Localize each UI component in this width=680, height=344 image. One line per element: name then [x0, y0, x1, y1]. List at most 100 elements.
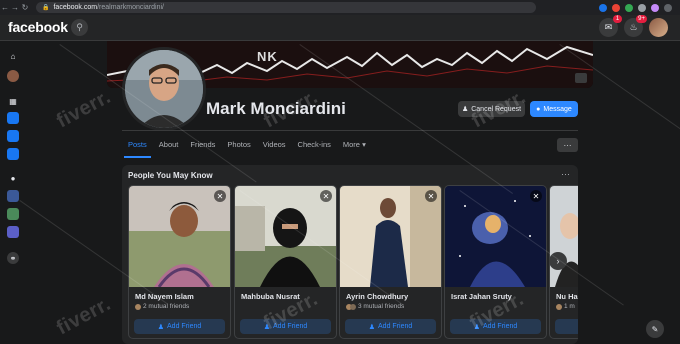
browser-toolbar: ← → ↻ 🔒 facebook.com /realmarkmonciardin… [0, 0, 680, 15]
suggestion-name[interactable]: Ayrin Chowdhury [340, 287, 441, 301]
mutual-avatar [135, 303, 141, 310]
new-message-icon[interactable]: ✎ [646, 320, 664, 338]
facebook-logo[interactable]: facebook [8, 19, 68, 35]
cover-text: NK [257, 49, 278, 64]
groups-icon[interactable]: ● [7, 172, 19, 184]
add-friend-label: Add Friend [483, 323, 518, 330]
notifications-badge: 9+ [636, 15, 647, 23]
suggestion-card[interactable]: ✕ Md Nayem Islam 2 mutual friends ♟ Add … [128, 185, 231, 339]
section-title: People You May Know [128, 171, 213, 180]
close-icon[interactable]: ✕ [214, 190, 226, 202]
messenger-icon: ✉ [604, 22, 613, 32]
add-friend-button[interactable]: ♟ Add Friend [240, 319, 331, 334]
cancel-request-label: Cancel Request [471, 105, 522, 113]
suggestion-name[interactable]: Israt Jahan Sruty [445, 287, 546, 301]
tab-friends[interactable]: Friends [184, 134, 221, 156]
add-friend-button[interactable]: ♟ Add Friend [134, 319, 225, 334]
menu-icon[interactable] [664, 3, 672, 12]
mutual-avatar [556, 303, 562, 310]
url-host: facebook.com [53, 4, 98, 11]
facebook-header: facebook ⚲ ✉ 1 ♨ 9+ [0, 15, 680, 41]
add-friend-label: Add Friend [378, 323, 413, 330]
suggestion-image [445, 186, 546, 287]
tab-checkins[interactable]: Check-ins [292, 134, 337, 156]
lock-icon: 🔒 [42, 5, 50, 11]
tab-photos[interactable]: Photos [221, 134, 256, 156]
profile-avatar[interactable] [651, 3, 659, 12]
suggestion-image [235, 186, 336, 287]
puzzle-icon[interactable] [638, 3, 646, 12]
carousel-next-button[interactable]: › [549, 252, 567, 270]
address-bar[interactable]: 🔒 facebook.com /realmarkmonciardini/ [36, 2, 536, 13]
add-person-icon: ♟ [368, 323, 376, 331]
section-options-button[interactable]: ··· [561, 169, 570, 179]
suggestion-image [550, 186, 578, 287]
avatar[interactable] [7, 70, 19, 82]
suggestion-name[interactable]: Nu Ha [550, 287, 578, 301]
suggestion-photo[interactable]: ✕ [129, 186, 230, 287]
suggestion-name[interactable]: Mahbuba Nusrat [235, 287, 336, 301]
message-button[interactable]: ● Message [530, 101, 578, 117]
add-person-icon: ♟ [157, 323, 165, 331]
cancel-request-button[interactable]: ♟ Cancel Request [458, 101, 525, 117]
suggestion-image [129, 186, 230, 287]
extension-icon[interactable] [599, 3, 607, 12]
suggestion-photo[interactable]: ✕ [235, 186, 336, 287]
gaming-icon[interactable] [7, 148, 19, 160]
suggestion-card[interactable]: ✕ Israt Jahan Sruty ♟ Add Friend [444, 185, 547, 339]
suggestion-name[interactable]: Md Nayem Islam [129, 287, 230, 301]
suggestion-photo[interactable]: ✕ [340, 186, 441, 287]
add-person-icon: ♟ [263, 323, 271, 331]
link-icon[interactable]: ⚭ [7, 252, 19, 264]
back-icon[interactable]: ← [0, 3, 10, 12]
messenger-icon: ● [536, 105, 541, 113]
add-friend-label: Add Friend [273, 323, 308, 330]
menu-grid-icon[interactable]: ▦ [7, 95, 19, 107]
mutual-friends: 2 mutual friends [129, 301, 230, 310]
extension-icon[interactable] [625, 3, 633, 12]
reload-icon[interactable]: ↻ [20, 3, 30, 12]
suggestion-photo[interactable] [550, 186, 578, 287]
group-shortcut-icon[interactable] [7, 190, 19, 202]
add-friend-label: Add Friend [167, 323, 202, 330]
add-person-icon: ♟ [473, 323, 481, 331]
profile-tabs: Posts About Friends Photos Videos Check-… [122, 134, 372, 158]
messenger-button[interactable]: ✉ 1 [599, 15, 622, 37]
people-you-may-know: People You May Know ··· ✕ Md Nayem Islam… [122, 165, 578, 344]
add-friend-button[interactable]: ♟ Add Friend [450, 319, 541, 334]
mutual-friends: 3 mutual friends [340, 301, 441, 310]
search-icon[interactable]: ⚲ [71, 19, 88, 36]
suggestion-card[interactable]: ✕ Mahbuba Nusrat ♟ Add Friend [234, 185, 337, 339]
close-icon[interactable]: ✕ [530, 190, 542, 202]
add-friend-button[interactable]: ♟ Add Friend [345, 319, 436, 334]
suggestion-card[interactable]: ✕ Ayrin Chowdhury 3 mutual friends ♟ Add… [339, 185, 442, 339]
tab-posts[interactable]: Posts [122, 134, 153, 158]
notifications-button[interactable]: ♨ 9+ [624, 15, 647, 37]
watch-icon[interactable] [7, 112, 19, 124]
account-avatar[interactable] [649, 18, 668, 37]
tab-videos[interactable]: Videos [257, 134, 292, 156]
suggestion-photo[interactable]: ✕ [445, 186, 546, 287]
url-path: /realmarkmonciardini/ [97, 4, 164, 11]
profile-options-button[interactable]: ··· [557, 138, 578, 152]
profile-picture[interactable] [122, 47, 206, 131]
mutual-friends-text: 2 mutual friends [143, 303, 190, 310]
marketplace-icon[interactable] [7, 130, 19, 142]
messenger-badge: 1 [613, 15, 622, 23]
close-icon[interactable]: ✕ [320, 190, 332, 202]
group-shortcut-icon[interactable] [7, 226, 19, 238]
add-friend-button[interactable]: ♟ [555, 319, 578, 334]
tab-more[interactable]: More ▾ [337, 134, 372, 156]
mutual-friends [445, 301, 546, 303]
left-shortcut-rail: ⌂ ▦ ● ⚭ [0, 41, 26, 344]
close-icon[interactable]: ✕ [425, 190, 437, 202]
tab-about[interactable]: About [153, 134, 185, 156]
divider [122, 130, 578, 131]
forward-icon[interactable]: → [10, 3, 20, 12]
mutual-friends-text: 3 mutual friends [358, 303, 405, 310]
watermark-text: fiverr. [52, 292, 115, 340]
extension-icon[interactable] [612, 3, 620, 12]
group-shortcut-icon[interactable] [7, 208, 19, 220]
caret-down-icon: ▾ [362, 140, 366, 149]
home-icon[interactable]: ⌂ [7, 50, 19, 62]
